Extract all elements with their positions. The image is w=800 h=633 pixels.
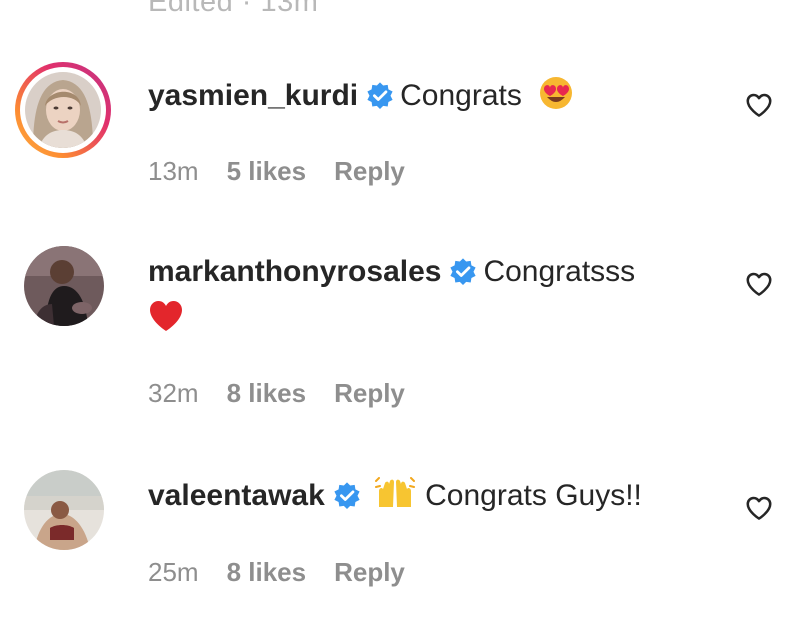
heart-outline-icon[interactable] bbox=[744, 493, 774, 523]
likes-count-button[interactable]: 8 likes bbox=[227, 557, 307, 587]
heart-outline-icon[interactable] bbox=[744, 90, 774, 120]
raising-hands-emoji-icon bbox=[375, 477, 416, 507]
reply-button[interactable]: Reply bbox=[334, 378, 405, 408]
red-heart-emoji-icon bbox=[150, 301, 182, 331]
avatar[interactable] bbox=[24, 246, 104, 326]
heart-outline-icon[interactable] bbox=[744, 269, 774, 299]
comment-text: Congrats bbox=[400, 79, 522, 112]
comment-emoji-line bbox=[148, 298, 184, 338]
reply-button[interactable]: Reply bbox=[334, 156, 405, 186]
avatar[interactable] bbox=[15, 62, 111, 158]
comment-text: Congrats Guys!! bbox=[425, 479, 642, 512]
comment-text: Congratsss bbox=[483, 255, 636, 288]
previous-comment-meta: Edited · 13m bbox=[148, 0, 319, 18]
comment-meta: 25m 8 likes Reply bbox=[148, 557, 433, 588]
verified-badge-icon bbox=[334, 482, 360, 509]
username-link[interactable]: markanthonyrosales bbox=[148, 255, 441, 288]
likes-count-button[interactable]: 8 likes bbox=[227, 378, 307, 408]
username-link[interactable]: yasmien_kurdi bbox=[148, 79, 358, 112]
heart-eyes-emoji-icon bbox=[540, 77, 573, 109]
username-link[interactable]: valeentawak bbox=[148, 479, 325, 512]
comment-time[interactable]: 13m bbox=[148, 156, 199, 186]
avatar[interactable] bbox=[24, 470, 104, 550]
comment-meta: 13m 5 likes Reply bbox=[148, 156, 433, 187]
comment-body: valeentawak Congrats Guys!! bbox=[148, 476, 642, 516]
comment-body: markanthonyrosales Congratsss bbox=[148, 252, 635, 292]
reply-button[interactable]: Reply bbox=[334, 557, 405, 587]
likes-count-button[interactable]: 5 likes bbox=[227, 156, 307, 186]
comment-time[interactable]: 25m bbox=[148, 557, 199, 587]
verified-badge-icon bbox=[450, 258, 477, 285]
comment-meta: 32m 8 likes Reply bbox=[148, 378, 433, 409]
comment-body: yasmien_kurdi Congrats bbox=[148, 75, 574, 116]
comment-time[interactable]: 32m bbox=[148, 378, 199, 408]
verified-badge-icon bbox=[367, 82, 393, 109]
